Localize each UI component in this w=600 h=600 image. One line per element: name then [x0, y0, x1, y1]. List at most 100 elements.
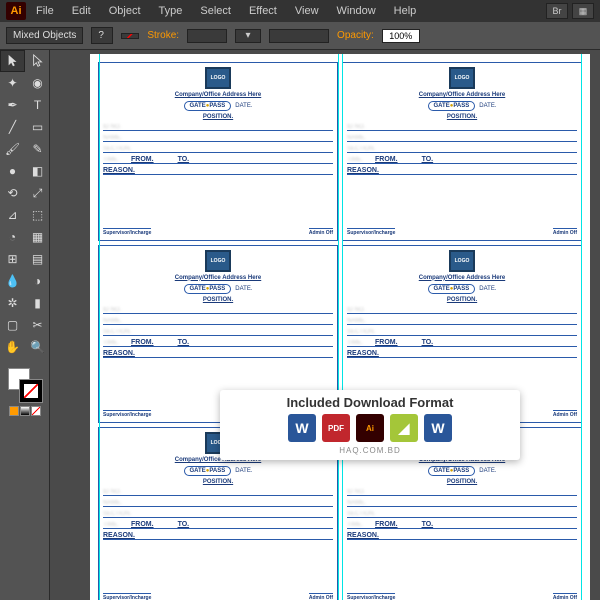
- field-name: NAME.: [347, 134, 577, 142]
- free-transform-tool[interactable]: ⬚: [25, 204, 50, 226]
- hand-tool[interactable]: ✋: [0, 336, 25, 358]
- stroke-none-icon[interactable]: [121, 33, 139, 39]
- shape-builder-tool[interactable]: ◔: [0, 226, 25, 248]
- zoom-tool[interactable]: 🔍: [25, 336, 50, 358]
- menu-window[interactable]: Window: [329, 2, 384, 20]
- menu-help[interactable]: Help: [386, 2, 425, 20]
- mesh-tool[interactable]: ⊞: [0, 248, 25, 270]
- brush-def[interactable]: [269, 29, 329, 43]
- position-label: POSITION.: [103, 114, 333, 120]
- artboard-tool[interactable]: ▢: [0, 314, 25, 336]
- field-section: SECTION.: [347, 510, 577, 518]
- bridge-button[interactable]: Br: [546, 3, 568, 19]
- signature-supervisor: Supervisor/Incharge: [103, 593, 151, 600]
- address-line: Company/Office Address Here: [103, 92, 333, 98]
- field-name: NAME.: [103, 499, 333, 507]
- signature-admin: Admin Off: [309, 593, 333, 600]
- signature-supervisor: Supervisor/Incharge: [347, 228, 395, 236]
- position-label: POSITION.: [347, 297, 577, 303]
- opacity-label: Opacity:: [337, 30, 374, 41]
- field-section: SECTION.: [347, 145, 577, 153]
- eyedropper-tool[interactable]: 💧: [0, 270, 25, 292]
- field-time: TIME.FROM.TO.: [347, 521, 577, 529]
- blob-brush-tool[interactable]: ●: [0, 160, 25, 182]
- gate-pass-badge: GATE●PASS: [184, 284, 232, 294]
- opacity-value[interactable]: 100%: [382, 29, 420, 43]
- menu-view[interactable]: View: [287, 2, 327, 20]
- fill-dropdown[interactable]: ?: [91, 27, 113, 44]
- gate-pass-badge: GATE●PASS: [428, 284, 476, 294]
- address-line: Company/Office Address Here: [347, 275, 577, 281]
- artboard[interactable]: LOGO Company/Office Address Here GATE●PA…: [90, 54, 590, 600]
- gradient-mode-icon[interactable]: [20, 406, 30, 416]
- lasso-tool[interactable]: ◉: [25, 72, 50, 94]
- address-line: Company/Office Address Here: [103, 275, 333, 281]
- menu-effect[interactable]: Effect: [241, 2, 285, 20]
- canvas[interactable]: LOGO Company/Office Address Here GATE●PA…: [50, 50, 600, 600]
- type-tool[interactable]: T: [25, 94, 50, 116]
- field-reason: REASON.: [103, 350, 333, 358]
- field-section: SECTION.: [103, 328, 333, 336]
- gate-pass-card[interactable]: LOGO Company/Office Address Here GATE●PA…: [98, 62, 338, 241]
- position-label: POSITION.: [103, 479, 333, 485]
- menu-object[interactable]: Object: [101, 2, 149, 20]
- logo-placeholder: LOGO: [449, 67, 475, 89]
- rotate-tool[interactable]: ⟲: [0, 182, 25, 204]
- menu-bar: Ai File Edit Object Type Select Effect V…: [0, 0, 600, 22]
- fill-stroke-control[interactable]: [8, 368, 42, 402]
- gate-pass-badge: GATE●PASS: [184, 101, 232, 111]
- stroke-label: Stroke:: [147, 30, 179, 41]
- logo-placeholder: LOGO: [449, 250, 475, 272]
- menu-edit[interactable]: Edit: [64, 2, 99, 20]
- field-time: TIME.FROM.TO.: [347, 156, 577, 164]
- magic-wand-tool[interactable]: ✦: [0, 72, 25, 94]
- menu-type[interactable]: Type: [151, 2, 191, 20]
- field-reason: REASON.: [347, 167, 577, 175]
- download-format-overlay: Included Download Format WPDFAi◢W HAQ.CO…: [220, 390, 520, 460]
- color-mode-icon[interactable]: [9, 406, 19, 416]
- field-name: NAME.: [103, 134, 333, 142]
- scale-tool[interactable]: ⤢: [25, 182, 50, 204]
- none-mode-icon[interactable]: [31, 406, 41, 416]
- menu-select[interactable]: Select: [192, 2, 239, 20]
- field-section: SECTION.: [103, 145, 333, 153]
- signature-admin: Admin Off: [553, 410, 577, 418]
- graph-tool[interactable]: ▮: [25, 292, 50, 314]
- field-reason: REASON.: [103, 167, 333, 175]
- stroke-swatch[interactable]: [20, 380, 42, 402]
- field-section: SECTION.: [347, 328, 577, 336]
- format-icon: PDF: [322, 414, 350, 442]
- toolbox: ✦ ◉ ✒ T ╱ ▭ 🖌 ✎ ● ◧ ⟲ ⤢ ⊿ ⬚ ◔ ▦ ⊞ ▤ 💧 ◑ …: [0, 50, 50, 600]
- line-tool[interactable]: ╱: [0, 116, 25, 138]
- width-tool[interactable]: ⊿: [0, 204, 25, 226]
- signature-supervisor: Supervisor/Incharge: [103, 228, 151, 236]
- paintbrush-tool[interactable]: 🖌: [0, 138, 25, 160]
- stroke-weight[interactable]: ▾: [235, 29, 261, 43]
- gradient-tool[interactable]: ▤: [25, 248, 50, 270]
- stroke-color-swatch[interactable]: [187, 29, 227, 43]
- direct-select-tool[interactable]: [25, 50, 50, 72]
- field-idno: ID NO.: [347, 488, 577, 496]
- menu-file[interactable]: File: [28, 2, 62, 20]
- symbol-sprayer-tool[interactable]: ✲: [0, 292, 25, 314]
- pen-tool[interactable]: ✒: [0, 94, 25, 116]
- slice-tool[interactable]: ✂: [25, 314, 50, 336]
- options-bar: Mixed Objects ? Stroke: ▾ Opacity: 100%: [0, 22, 600, 50]
- rectangle-tool[interactable]: ▭: [25, 116, 50, 138]
- gate-pass-card[interactable]: LOGO Company/Office Address Here GATE●PA…: [342, 62, 582, 241]
- eraser-tool[interactable]: ◧: [25, 160, 50, 182]
- signature-admin: Admin Off: [553, 228, 577, 236]
- pencil-tool[interactable]: ✎: [25, 138, 50, 160]
- blend-tool[interactable]: ◑: [25, 270, 50, 292]
- field-reason: REASON.: [103, 532, 333, 540]
- field-idno: ID NO.: [103, 488, 333, 496]
- gate-pass-badge: GATE●PASS: [428, 466, 476, 476]
- selection-type[interactable]: Mixed Objects: [6, 27, 83, 44]
- position-label: POSITION.: [103, 297, 333, 303]
- field-time: TIME.FROM.TO.: [347, 339, 577, 347]
- arrange-docs-button[interactable]: ▦: [572, 3, 594, 19]
- selection-tool[interactable]: [0, 50, 25, 72]
- perspective-tool[interactable]: ▦: [25, 226, 50, 248]
- logo-placeholder: LOGO: [205, 250, 231, 272]
- field-idno: ID NO.: [103, 306, 333, 314]
